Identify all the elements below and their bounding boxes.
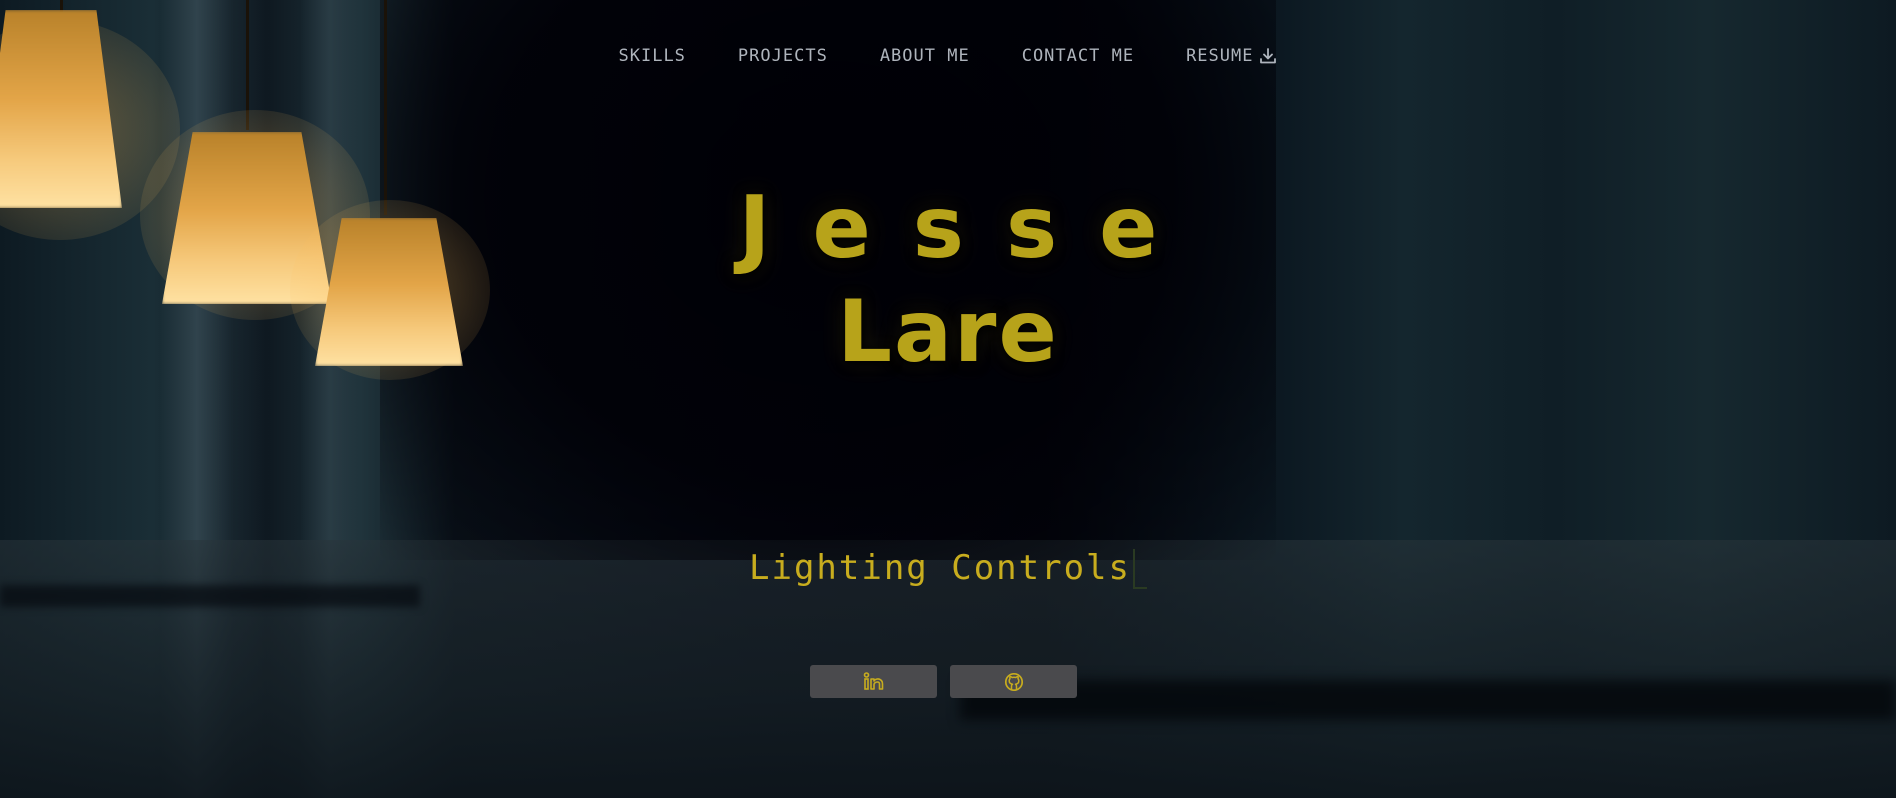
typed-text: Lighting Controls	[749, 548, 1131, 588]
nav-resume[interactable]: RESUME	[1186, 46, 1277, 66]
nav-about-me-label: ABOUT ME	[879, 46, 970, 66]
hero-last-name: Lare	[837, 282, 1059, 382]
social-links	[810, 665, 1077, 698]
github-icon	[1004, 672, 1023, 691]
top-navigation: SKILLS PROJECTS ABOUT ME CONTACT ME RESU…	[0, 46, 1896, 66]
linkedin-icon	[863, 671, 883, 690]
nav-resume-label: RESUME	[1186, 46, 1254, 66]
nav-skills[interactable]: SKILLS	[619, 46, 686, 66]
hero-first-name: Jesse	[738, 178, 1200, 278]
linkedin-button[interactable]	[810, 665, 937, 698]
typed-subtitle: Lighting Controls	[0, 548, 1896, 589]
nav-contact-me-label: CONTACT ME	[1021, 46, 1135, 66]
nav-skills-label: SKILLS	[618, 46, 686, 66]
nav-projects[interactable]: PROJECTS	[738, 46, 828, 66]
nav-about-me[interactable]: ABOUT ME	[880, 46, 970, 66]
download-icon	[1260, 48, 1277, 64]
github-button[interactable]	[950, 665, 1077, 698]
nav-contact-me[interactable]: CONTACT ME	[1022, 46, 1134, 66]
nav-projects-label: PROJECTS	[737, 46, 828, 66]
typing-cursor	[1133, 549, 1147, 589]
